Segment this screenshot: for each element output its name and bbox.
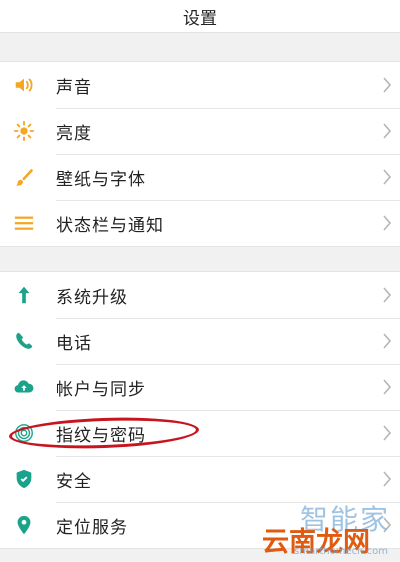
- chevron-right-icon: [380, 213, 394, 233]
- settings-group-display: 声音 亮度 壁纸与字体 状态栏与通知: [0, 61, 400, 247]
- chevron-right-icon: [380, 331, 394, 351]
- settings-item-system-update[interactable]: 系统升级: [0, 272, 400, 318]
- settings-item-statusbar-notifications[interactable]: 状态栏与通知: [0, 200, 400, 246]
- settings-item-brightness[interactable]: 亮度: [0, 108, 400, 154]
- shield-icon: [12, 467, 36, 491]
- settings-item-wallpaper-font[interactable]: 壁纸与字体: [0, 154, 400, 200]
- sun-icon: [12, 119, 36, 143]
- settings-item-label: 安全: [56, 471, 92, 492]
- settings-item-label: 帐户与同步: [56, 379, 146, 400]
- menu-lines-icon: [12, 211, 36, 235]
- phone-icon: [12, 329, 36, 353]
- settings-item-label: 指纹与密码: [56, 425, 146, 446]
- settings-item-label: 亮度: [56, 123, 92, 144]
- cloud-sync-icon: [12, 375, 36, 399]
- settings-item-label: 系统升级: [56, 287, 128, 308]
- settings-item-fingerprint-password[interactable]: 指纹与密码: [0, 410, 400, 456]
- watermark-url: smarthomecn.com: [294, 546, 388, 557]
- group-spacer: [0, 33, 400, 61]
- fingerprint-icon: [12, 421, 36, 445]
- group-spacer: [0, 247, 400, 271]
- settings-item-sound[interactable]: 声音: [0, 62, 400, 108]
- settings-item-accounts-sync[interactable]: 帐户与同步: [0, 364, 400, 410]
- title-bar: 设置: [0, 0, 400, 33]
- settings-item-label: 声音: [56, 77, 92, 98]
- chevron-right-icon: [380, 167, 394, 187]
- chevron-right-icon: [380, 469, 394, 489]
- location-pin-icon: [12, 513, 36, 537]
- chevron-right-icon: [380, 377, 394, 397]
- settings-item-phone[interactable]: 电话: [0, 318, 400, 364]
- brush-icon: [12, 165, 36, 189]
- page-title: 设置: [183, 8, 217, 29]
- chevron-right-icon: [380, 121, 394, 141]
- settings-item-label: 状态栏与通知: [56, 215, 164, 236]
- chevron-right-icon: [380, 285, 394, 305]
- settings-item-label: 壁纸与字体: [56, 169, 146, 190]
- settings-item-security[interactable]: 安全: [0, 456, 400, 502]
- arrow-up-icon: [12, 283, 36, 307]
- settings-item-label: 电话: [56, 333, 92, 354]
- speaker-icon: [12, 73, 36, 97]
- chevron-right-icon: [380, 75, 394, 95]
- chevron-right-icon: [380, 423, 394, 443]
